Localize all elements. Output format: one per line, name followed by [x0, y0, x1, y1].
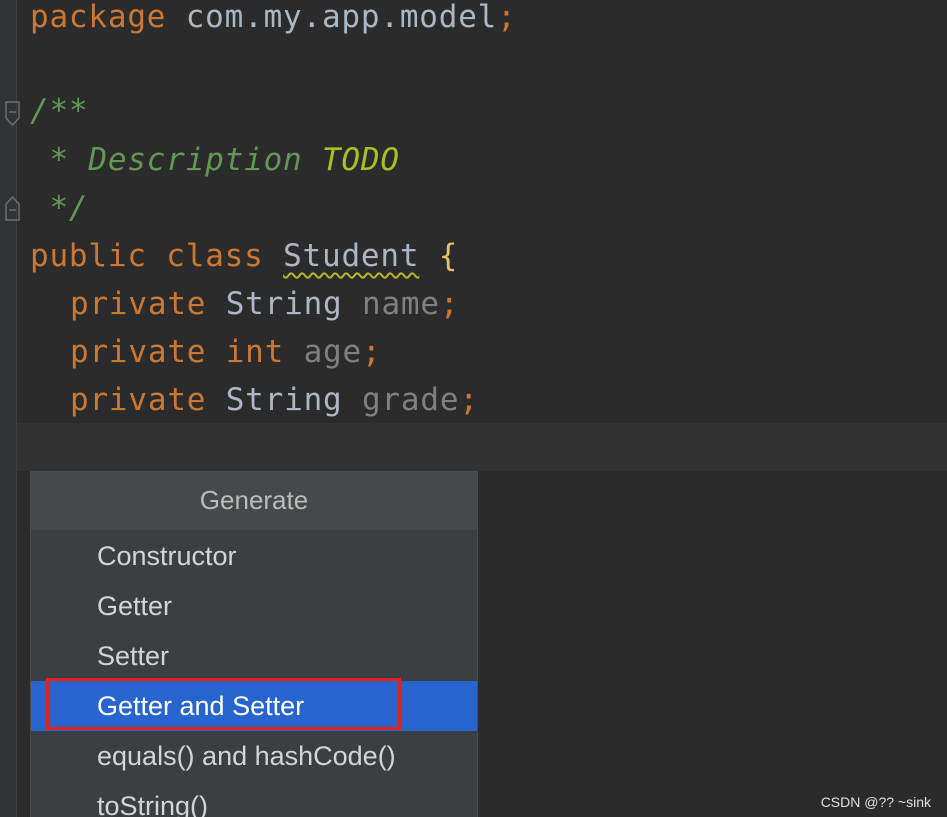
menu-item-tostring[interactable]: toString() [31, 781, 477, 817]
current-line-highlight [17, 423, 947, 471]
code-line-field-name: private String name; [70, 286, 460, 322]
menu-item-constructor[interactable]: Constructor [31, 531, 477, 581]
fold-collapse-icon[interactable] [5, 101, 20, 127]
code-line-package: package com.my.app.model; [30, 0, 517, 35]
menu-item-equals-hashcode[interactable]: equals() and hashCode() [31, 731, 477, 781]
code-line-doc-open: /** [30, 93, 89, 129]
generate-popup[interactable]: Generate Constructor Getter Setter Gette… [30, 471, 478, 817]
class-name-student: Student [283, 238, 420, 274]
code-line-doc-description: * Description TODO [30, 142, 400, 178]
menu-item-setter[interactable]: Setter [31, 631, 477, 681]
code-line-field-grade: private String grade; [70, 382, 479, 418]
menu-item-getter-and-setter[interactable]: Getter and Setter [31, 681, 477, 731]
generate-popup-title: Generate [31, 471, 477, 531]
watermark: CSDN @?? ~sink [820, 794, 931, 810]
code-line-class-declaration: public class Student { [30, 238, 459, 274]
code-line-field-age: private int age; [70, 334, 382, 370]
code-line-doc-close: */ [30, 190, 89, 226]
menu-item-getter[interactable]: Getter [31, 581, 477, 631]
fold-end-icon[interactable] [5, 195, 20, 221]
